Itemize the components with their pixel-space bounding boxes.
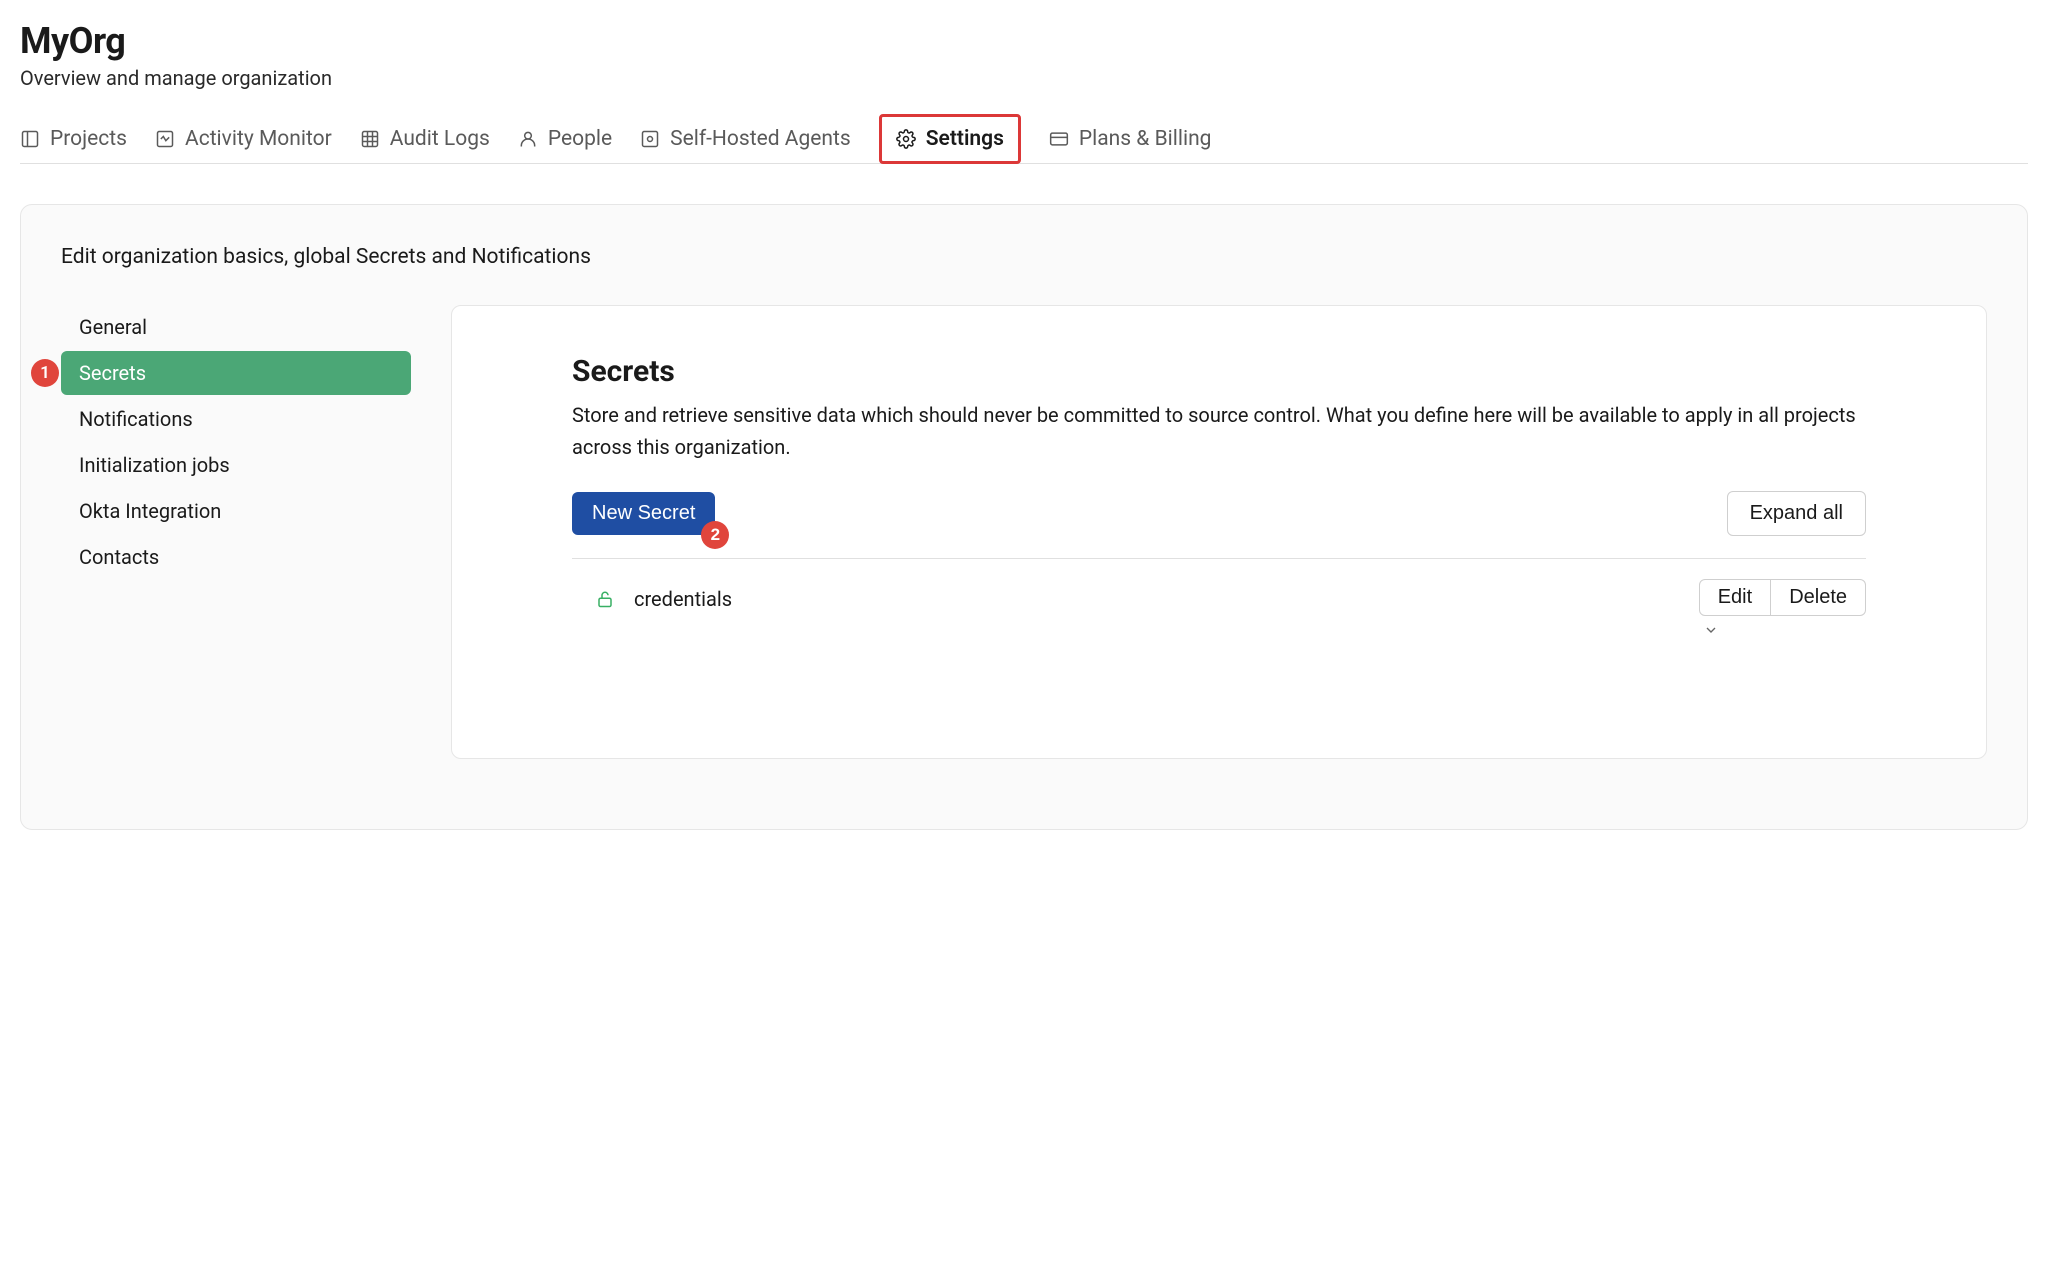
- tab-plans-billing[interactable]: Plans & Billing: [1049, 115, 1212, 163]
- person-icon: [518, 129, 538, 149]
- tab-label: Plans & Billing: [1079, 127, 1212, 151]
- secrets-content-card: Secrets Store and retrieve sensitive dat…: [451, 305, 1987, 759]
- tab-people[interactable]: People: [518, 115, 612, 163]
- callout-badge-2: 2: [701, 521, 729, 549]
- page-title: MyOrg: [20, 20, 2028, 62]
- settings-intro: Edit organization basics, global Secrets…: [61, 245, 1987, 269]
- settings-panel: Edit organization basics, global Secrets…: [20, 204, 2028, 830]
- sidebar-item-label: Secrets: [79, 361, 146, 385]
- tab-label: People: [548, 127, 612, 151]
- sidebar-item-general[interactable]: General: [61, 305, 411, 349]
- tab-activity-monitor[interactable]: Activity Monitor: [155, 115, 332, 163]
- button-label: New Secret: [592, 502, 695, 524]
- secret-list-item: credentials Edit Delete: [572, 559, 1866, 638]
- card-icon: [1049, 129, 1069, 149]
- sidebar-item-contacts[interactable]: Contacts: [61, 535, 411, 579]
- sidebar-item-secrets[interactable]: 1 Secrets: [61, 351, 411, 395]
- settings-sidebar: General 1 Secrets Notifications Initiali…: [61, 305, 411, 759]
- page-subtitle: Overview and manage organization: [20, 66, 2028, 90]
- tab-label: Self-Hosted Agents: [670, 127, 851, 151]
- activity-icon: [155, 129, 175, 149]
- target-icon: [640, 129, 660, 149]
- expand-all-button[interactable]: Expand all: [1727, 491, 1866, 536]
- tab-bar: Projects Activity Monitor Audit Logs Peo…: [20, 114, 2028, 164]
- tab-label: Audit Logs: [390, 127, 490, 151]
- tab-audit-logs[interactable]: Audit Logs: [360, 115, 490, 163]
- edit-secret-button[interactable]: Edit: [1699, 579, 1771, 616]
- new-secret-button[interactable]: New Secret 2: [572, 492, 715, 535]
- content-description: Store and retrieve sensitive data which …: [572, 399, 1866, 463]
- sidebar-item-okta-integration[interactable]: Okta Integration: [61, 489, 411, 533]
- content-title: Secrets: [572, 354, 1866, 389]
- gear-icon: [896, 129, 916, 149]
- tab-self-hosted-agents[interactable]: Self-Hosted Agents: [640, 115, 851, 163]
- secret-name: credentials: [634, 587, 732, 611]
- chevron-down-icon[interactable]: [1703, 622, 1719, 638]
- tab-label: Projects: [50, 127, 127, 151]
- sidebar-item-initialization-jobs[interactable]: Initialization jobs: [61, 443, 411, 487]
- tab-settings[interactable]: Settings: [879, 114, 1021, 164]
- sidebar-item-notifications[interactable]: Notifications: [61, 397, 411, 441]
- lock-open-icon: [596, 588, 614, 610]
- grid-icon: [360, 129, 380, 149]
- tab-label: Settings: [926, 127, 1004, 151]
- delete-secret-button[interactable]: Delete: [1771, 579, 1866, 616]
- sidebar-icon: [20, 129, 40, 149]
- tab-label: Activity Monitor: [185, 127, 332, 151]
- tab-projects[interactable]: Projects: [20, 115, 127, 163]
- callout-badge-1: 1: [31, 359, 59, 387]
